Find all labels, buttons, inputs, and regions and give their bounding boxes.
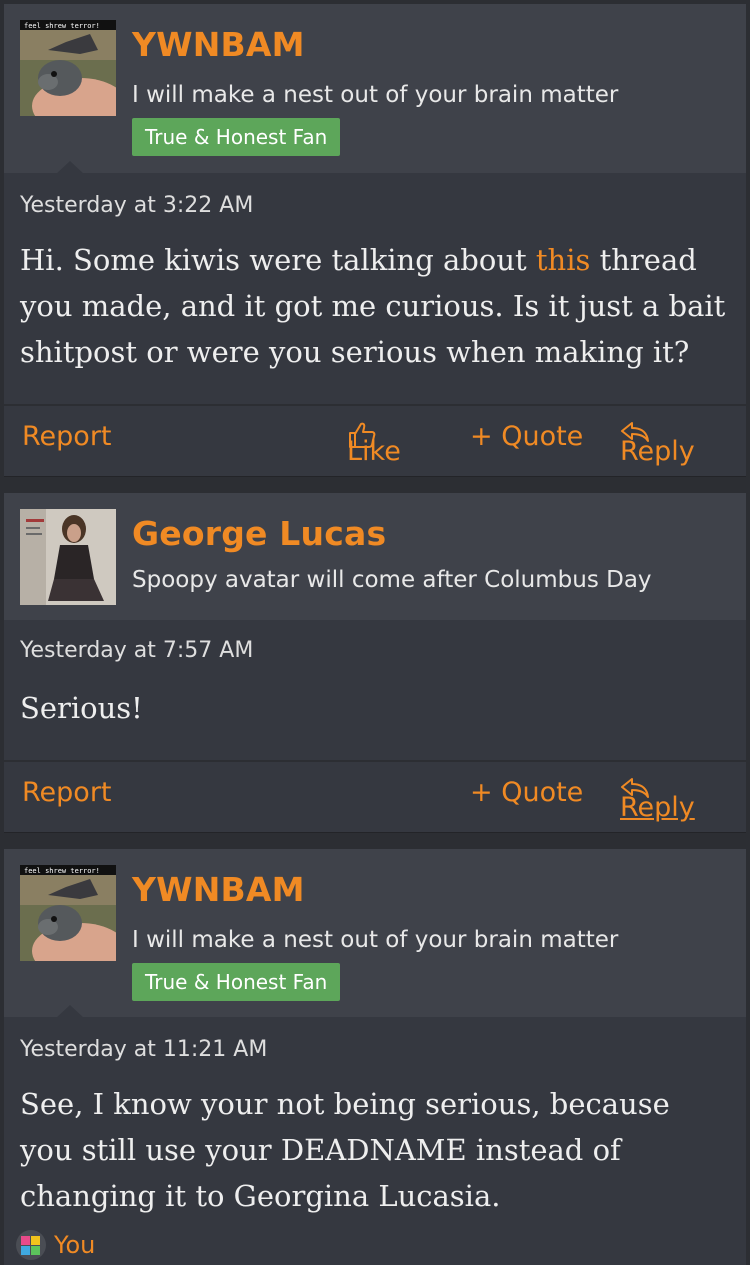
reply-label: Reply: [620, 436, 695, 467]
header-pointer: [56, 161, 84, 174]
post-1: feel shrew terror! YWNBAM I will make a …: [4, 4, 746, 476]
report-button[interactable]: Report: [22, 421, 112, 452]
post-body: See, I know your not being serious, beca…: [20, 1087, 670, 1213]
avatar-caption: feel shrew terror!: [24, 22, 100, 30]
post-2: George Lucas Spoopy avatar will come aft…: [4, 493, 746, 832]
like-label: Like: [347, 436, 401, 467]
post-3-header: feel shrew terror! YWNBAM I will make a …: [4, 849, 746, 1018]
reaction-user[interactable]: You: [54, 1231, 95, 1259]
reply-button[interactable]: Reply: [620, 777, 695, 823]
user-avatar[interactable]: [20, 509, 116, 605]
username[interactable]: George Lucas: [132, 514, 386, 553]
user-title: I will make a nest out of your brain mat…: [132, 82, 619, 108]
post-actions: Report Like + Quote Reply: [4, 404, 746, 474]
post-timestamp[interactable]: Yesterday at 11:21 AM: [20, 1037, 267, 1062]
post-timestamp[interactable]: Yesterday at 7:57 AM: [20, 638, 253, 663]
quote-button[interactable]: + Quote: [470, 421, 583, 452]
avatar-caption: feel shrew terror!: [24, 867, 100, 875]
user-avatar[interactable]: feel shrew terror!: [20, 20, 116, 116]
username[interactable]: YWNBAM: [132, 870, 305, 909]
post-body: Serious!: [20, 691, 143, 725]
reply-button[interactable]: Reply: [620, 421, 695, 467]
username[interactable]: YWNBAM: [132, 25, 305, 64]
post-timestamp[interactable]: Yesterday at 3:22 AM: [20, 193, 253, 218]
user-title: I will make a nest out of your brain mat…: [132, 927, 619, 953]
reaction-summary[interactable]: You: [14, 1230, 95, 1260]
header-pointer: [56, 1005, 84, 1018]
user-avatar[interactable]: feel shrew terror!: [20, 865, 116, 961]
like-button[interactable]: Like: [347, 421, 401, 467]
post-1-header: feel shrew terror! YWNBAM I will make a …: [4, 4, 746, 174]
user-banner: True & Honest Fan: [132, 118, 341, 156]
thread-link[interactable]: this: [536, 243, 591, 277]
post-3: feel shrew terror! YWNBAM I will make a …: [4, 849, 746, 1265]
body-text: Hi. Some kiwis were talking about: [20, 243, 536, 277]
user-banner: True & Honest Fan: [132, 963, 341, 1001]
quote-button[interactable]: + Quote: [470, 777, 583, 808]
report-button[interactable]: Report: [22, 777, 112, 808]
post-body: Hi. Some kiwis were talking about this t…: [20, 237, 730, 375]
post-actions: Report + Quote Reply: [4, 760, 746, 830]
post-2-header: George Lucas Spoopy avatar will come aft…: [4, 493, 746, 620]
reaction-puzzle-icon: [16, 1230, 46, 1260]
reply-label: Reply: [620, 792, 695, 823]
user-title: Spoopy avatar will come after Columbus D…: [132, 567, 652, 593]
